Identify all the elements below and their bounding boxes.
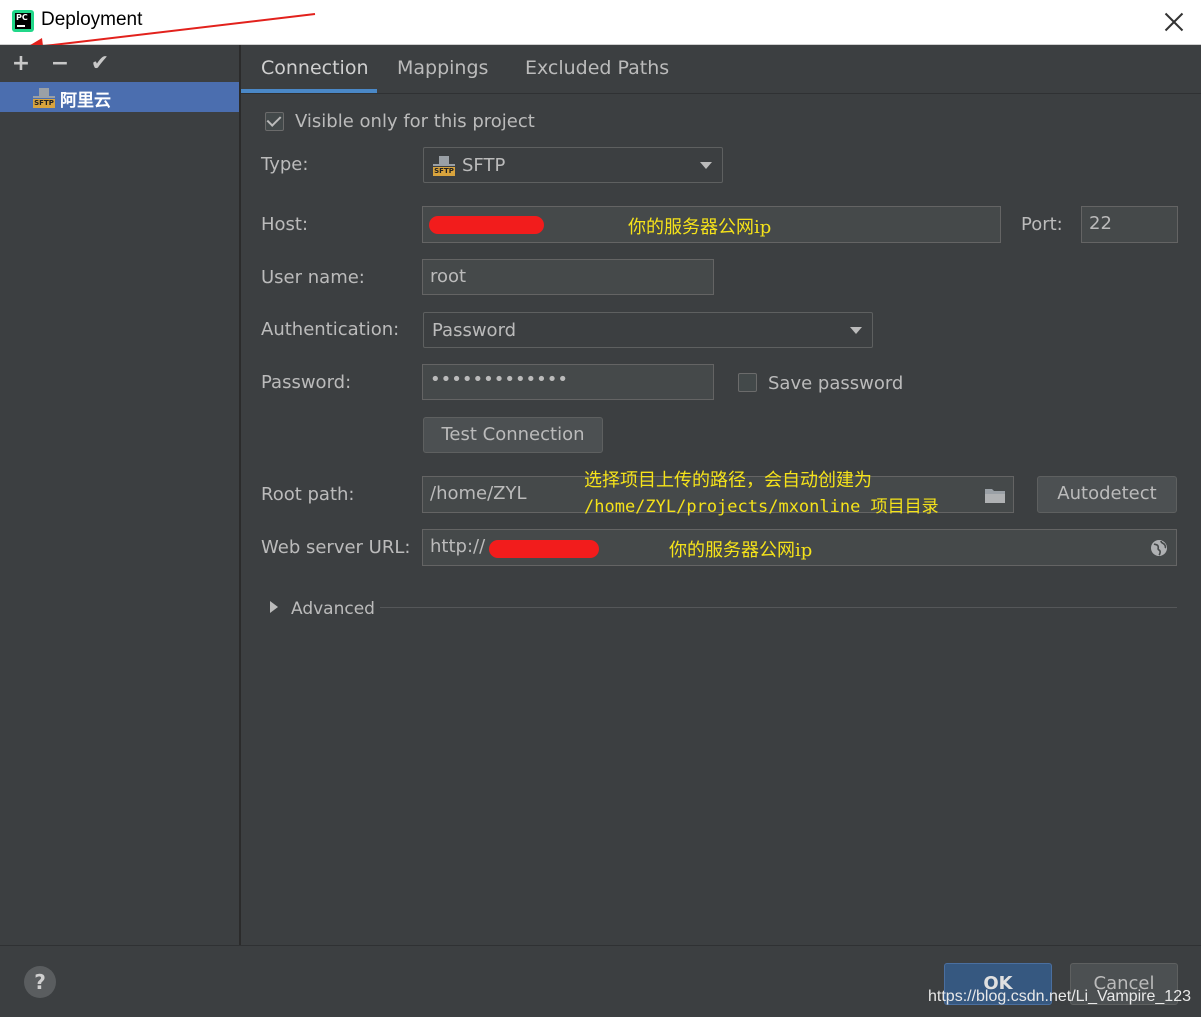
save-password-label: Save password xyxy=(768,373,904,394)
chevron-down-icon xyxy=(700,162,712,169)
password-value: ••••••••••••• xyxy=(430,369,569,390)
server-config-pane: Connection Mappings Excluded Paths Visib… xyxy=(241,45,1201,945)
tab-excluded-paths[interactable]: Excluded Paths xyxy=(525,57,669,79)
web-url-annotation: 你的服务器公网ip xyxy=(669,540,813,561)
sftp-server-icon: SFTP xyxy=(33,88,55,108)
user-name-label: User name: xyxy=(261,267,365,288)
root-path-label: Root path: xyxy=(261,484,355,505)
window-title: Deployment xyxy=(41,9,143,30)
host-annotation: 你的服务器公网ip xyxy=(628,217,772,238)
server-list-pane: + − ✔ SFTP 阿里云 xyxy=(0,45,241,945)
visible-only-label: Visible only for this project xyxy=(295,111,535,132)
port-value: 22 xyxy=(1089,213,1112,234)
port-label: Port: xyxy=(1021,214,1063,235)
server-list-item[interactable]: SFTP 阿里云 xyxy=(0,82,239,112)
help-button[interactable]: ? xyxy=(24,966,56,998)
save-password-checkbox[interactable] xyxy=(738,373,757,392)
host-label: Host: xyxy=(261,214,309,235)
advanced-divider xyxy=(380,607,1177,608)
host-input[interactable]: 你的服务器公网ip xyxy=(422,206,1001,243)
web-server-url-value: http:// xyxy=(430,536,486,557)
user-name-value: root xyxy=(430,266,467,287)
tab-mappings[interactable]: Mappings xyxy=(397,57,488,79)
watermark-text: https://blog.csdn.net/Li_Vampire_123 xyxy=(928,988,1191,1005)
remove-server-button[interactable]: − xyxy=(48,53,72,77)
url-redaction xyxy=(489,540,599,558)
root-path-annotation-1: 选择项目上传的路径，会自动创建为 xyxy=(584,470,872,491)
web-server-url-label: Web server URL: xyxy=(261,537,411,558)
active-tab-indicator xyxy=(241,89,377,93)
host-redaction xyxy=(429,216,544,234)
user-name-input[interactable]: root xyxy=(422,259,714,295)
tab-connection[interactable]: Connection xyxy=(261,57,369,79)
test-connection-button[interactable]: Test Connection xyxy=(423,417,603,453)
title-bar: PC Deployment xyxy=(0,0,1201,45)
expand-triangle-icon[interactable] xyxy=(269,600,279,614)
visible-only-checkbox[interactable] xyxy=(265,112,284,131)
password-input[interactable]: ••••••••••••• xyxy=(422,364,714,400)
add-server-button[interactable]: + xyxy=(9,53,33,77)
server-name: 阿里云 xyxy=(60,91,111,111)
password-label: Password: xyxy=(261,372,352,393)
sftp-type-icon: SFTP xyxy=(433,156,455,176)
authentication-label: Authentication: xyxy=(261,319,400,340)
type-dropdown[interactable]: SFTP SFTP xyxy=(423,147,723,183)
advanced-section-label[interactable]: Advanced xyxy=(291,599,375,619)
type-label: Type: xyxy=(261,154,309,175)
dialog-footer: ? OK Cancel https://blog.csdn.net/Li_Vam… xyxy=(0,945,1201,1017)
root-path-value: /home/ZYL xyxy=(430,483,527,504)
globe-icon[interactable] xyxy=(1150,539,1168,557)
folder-icon[interactable] xyxy=(984,486,1006,504)
pycharm-logo-icon: PC xyxy=(12,10,34,32)
web-server-url-input[interactable]: http:// 你的服务器公网ip xyxy=(422,529,1177,566)
chevron-down-icon xyxy=(850,327,862,334)
tab-bar: Connection Mappings Excluded Paths xyxy=(241,45,1201,94)
authentication-dropdown[interactable]: Password xyxy=(423,312,873,348)
root-path-annotation-2: /home/ZYL/projects/mxonline 项目目录 xyxy=(584,497,939,517)
authentication-value: Password xyxy=(432,320,517,341)
port-input[interactable]: 22 xyxy=(1081,206,1178,243)
autodetect-button[interactable]: Autodetect xyxy=(1037,476,1177,513)
check-icon xyxy=(266,112,282,127)
close-icon[interactable] xyxy=(1162,10,1186,34)
type-value: SFTP xyxy=(462,155,506,176)
apply-check-button[interactable]: ✔ xyxy=(88,53,112,77)
